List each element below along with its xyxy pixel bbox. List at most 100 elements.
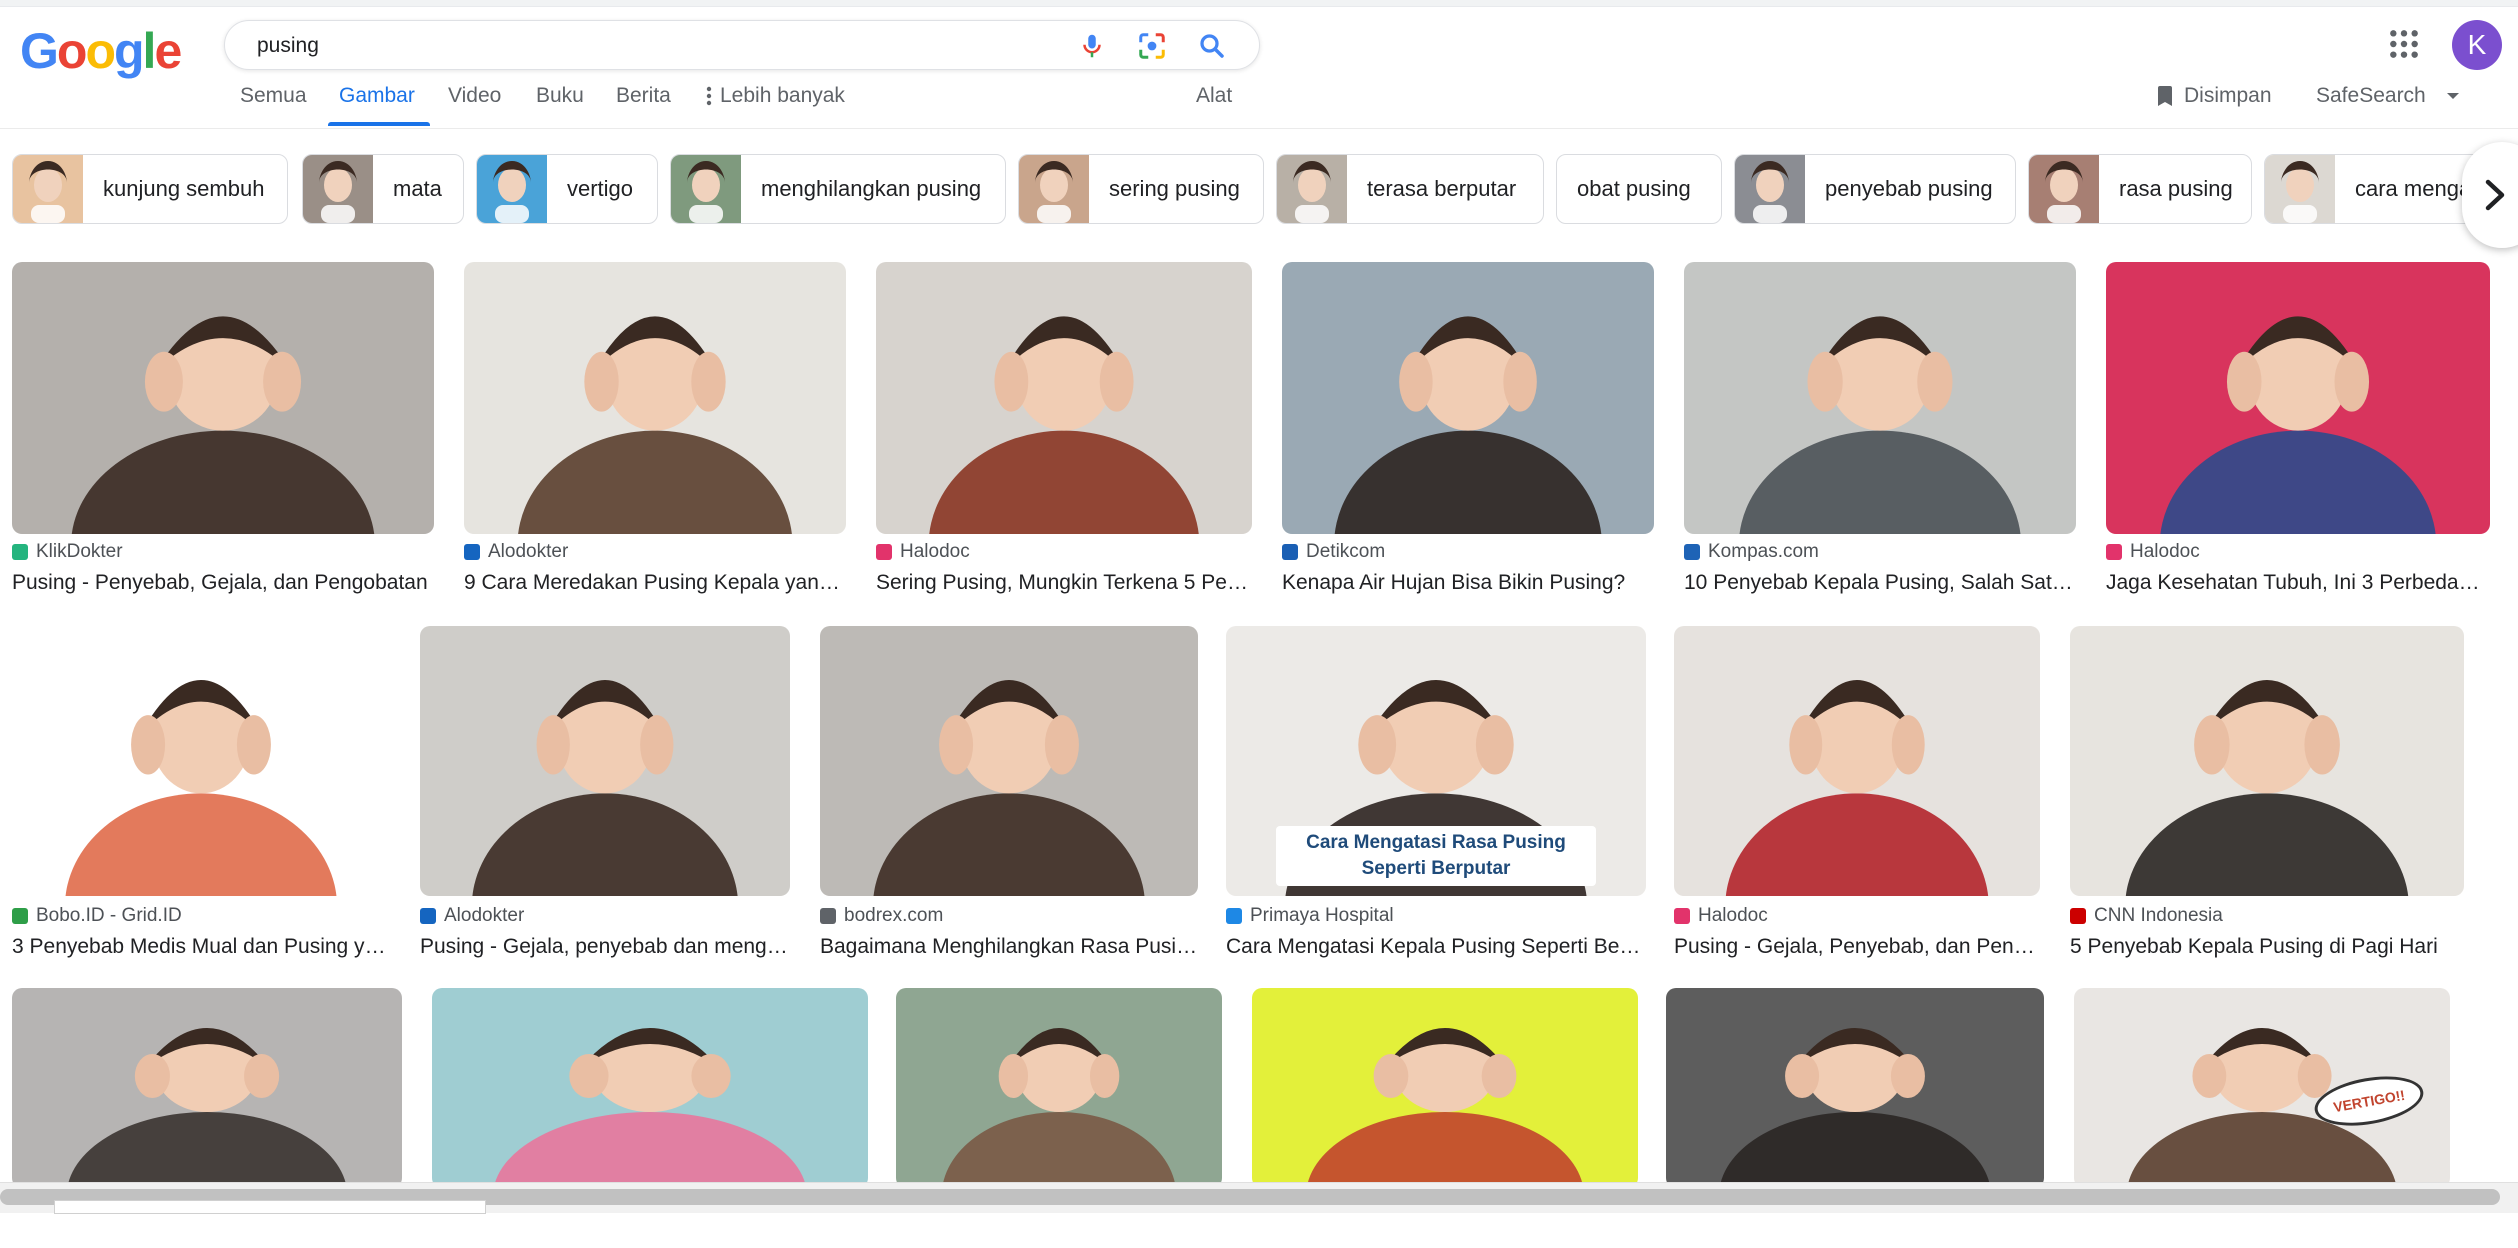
- result-thumbnail[interactable]: [12, 988, 402, 1188]
- result-caption[interactable]: Bagaimana Menghilangkan Rasa Pusing deng…: [820, 935, 1198, 959]
- result-thumbnail[interactable]: [2106, 262, 2490, 534]
- tab-berita[interactable]: Berita: [616, 84, 671, 108]
- related-chip[interactable]: kunjung sembuh: [12, 154, 288, 224]
- result-source[interactable]: Bobo.ID - Grid.ID: [12, 905, 182, 927]
- image-result-card[interactable]: Cara Mengatasi Rasa Pusing Seperti Berput…: [1226, 626, 1646, 959]
- result-source[interactable]: Primaya Hospital: [1226, 905, 1394, 927]
- image-banner-line1: Cara Mengatasi Rasa Pusing: [1306, 832, 1566, 853]
- apps-grid-icon[interactable]: [2388, 28, 2420, 60]
- microphone-icon[interactable]: [1077, 31, 1107, 61]
- result-source[interactable]: Halodoc: [2106, 541, 2200, 563]
- result-caption[interactable]: Pusing - Penyebab, Gejala, dan Pengobata…: [12, 571, 434, 595]
- result-thumbnail[interactable]: VERTIGO!!: [2074, 988, 2450, 1188]
- result-caption[interactable]: Jaga Kesehatan Tubuh, Ini 3 Perbedaan Pu…: [2106, 571, 2490, 595]
- image-result-card[interactable]: Halodoc Sering Pusing, Mungkin Terkena 5 …: [876, 262, 1252, 594]
- tab-video[interactable]: Video: [448, 84, 501, 108]
- result-source[interactable]: Alodokter: [464, 541, 568, 563]
- result-thumbnail[interactable]: [432, 988, 868, 1188]
- result-thumbnail[interactable]: [1674, 626, 2040, 896]
- result-thumbnail[interactable]: [12, 626, 390, 896]
- result-source[interactable]: KlikDokter: [12, 541, 123, 563]
- result-caption[interactable]: 3 Penyebab Medis Mual dan Pusing yang Pe…: [12, 935, 390, 959]
- image-result-card[interactable]: Kompas.com 10 Penyebab Kepala Pusing, Sal…: [1684, 262, 2076, 594]
- result-thumbnail[interactable]: [1252, 988, 1638, 1188]
- image-result-card[interactable]: Halodoc Pusing - Gejala, Penyebab, dan Pe…: [1674, 626, 2040, 959]
- related-chip[interactable]: mata: [302, 154, 464, 224]
- result-caption[interactable]: Pusing - Gejala, penyebab dan mengobati: [420, 935, 790, 959]
- image-result-card[interactable]: Bobo.ID - Grid.ID 3 Penyebab Medis Mual d…: [12, 626, 390, 959]
- result-source[interactable]: bodrex.com: [820, 905, 943, 927]
- related-chip[interactable]: vertigo: [476, 154, 658, 224]
- image-result-card[interactable]: bodrex.com Bagaimana Menghilangkan Rasa P…: [820, 626, 1198, 959]
- result-caption[interactable]: 5 Penyebab Kepala Pusing di Pagi Hari: [2070, 935, 2464, 959]
- chip-label: obat pusing: [1577, 176, 1691, 201]
- image-result-card[interactable]: Detikcom Kenapa Air Hujan Bisa Bikin Pusi…: [1282, 262, 1654, 594]
- image-result-card[interactable]: Alodokter Pusing - Gejala, penyebab dan m…: [420, 626, 790, 959]
- result-thumbnail[interactable]: Cara Mengatasi Rasa Pusing Seperti Berput…: [1226, 626, 1646, 896]
- chips-next-button[interactable]: [2462, 142, 2518, 248]
- chip-thumbnail: [2265, 155, 2335, 223]
- result-caption[interactable]: 9 Cara Meredakan Pusing Kepala yang Ampu…: [464, 571, 846, 595]
- result-thumbnail[interactable]: [1666, 988, 2044, 1188]
- site-favicon-icon: [820, 908, 836, 924]
- result-caption[interactable]: Sering Pusing, Mungkin Terkena 5 Penyaki…: [876, 571, 1252, 595]
- saved-button[interactable]: Disimpan: [2156, 84, 2272, 108]
- result-thumbnail[interactable]: [820, 626, 1198, 896]
- result-source[interactable]: Kompas.com: [1684, 541, 1819, 563]
- more-vert-icon: [706, 87, 712, 106]
- chevron-down-icon: [2446, 93, 2459, 100]
- chip-label: sering pusing: [1109, 176, 1240, 201]
- result-source-name: Bobo.ID - Grid.ID: [36, 905, 182, 926]
- image-banner: Cara Mengatasi Rasa Pusing Seperti Berput…: [1276, 826, 1596, 886]
- image-result-card[interactable]: Halodoc Jaga Kesehatan Tubuh, Ini 3 Perbe…: [2106, 262, 2490, 594]
- chip-thumbnail: [2029, 155, 2099, 223]
- tab-more[interactable]: Lebih banyak: [706, 84, 845, 108]
- chip-label: vertigo: [567, 176, 634, 201]
- chip-thumbnail: [477, 155, 547, 223]
- chip-label: menghilangkan pusing: [761, 176, 982, 201]
- image-result-card[interactable]: Alodokter 9 Cara Meredakan Pusing Kepala …: [464, 262, 846, 594]
- result-source[interactable]: Alodokter: [420, 905, 524, 927]
- lens-camera-icon[interactable]: [1137, 31, 1167, 61]
- result-thumbnail[interactable]: [1282, 262, 1654, 534]
- result-thumbnail[interactable]: [1684, 262, 2076, 534]
- safesearch-button[interactable]: SafeSearch: [2316, 84, 2460, 108]
- related-chip[interactable]: terasa berputar: [1276, 154, 1544, 224]
- result-thumbnail[interactable]: [464, 262, 846, 534]
- tab-gambar[interactable]: Gambar: [339, 84, 415, 108]
- chevron-right-icon: [2485, 179, 2505, 211]
- related-chip[interactable]: sering pusing: [1018, 154, 1264, 224]
- tab-buku[interactable]: Buku: [536, 84, 584, 108]
- chip-thumbnail: [1019, 155, 1089, 223]
- chip-label: penyebab pusing: [1825, 176, 1993, 201]
- image-result-card[interactable]: CNN Indonesia 5 Penyebab Kepala Pusing di…: [2070, 626, 2464, 959]
- result-caption[interactable]: Cara Mengatasi Kepala Pusing Seperti Ber…: [1226, 935, 1646, 959]
- result-thumbnail[interactable]: [420, 626, 790, 896]
- tools-button[interactable]: Alat: [1196, 84, 1232, 108]
- result-source[interactable]: Halodoc: [876, 541, 970, 563]
- result-thumbnail[interactable]: [12, 262, 434, 534]
- result-thumbnail[interactable]: [876, 262, 1252, 534]
- result-caption[interactable]: Kenapa Air Hujan Bisa Bikin Pusing?: [1282, 571, 1654, 595]
- related-chip[interactable]: penyebab pusing: [1734, 154, 2016, 224]
- related-chip[interactable]: obat pusing: [1556, 154, 1722, 224]
- result-caption[interactable]: 10 Penyebab Kepala Pusing, Salah Satunya…: [1684, 571, 2076, 595]
- result-thumbnail[interactable]: [2070, 626, 2464, 896]
- result-source[interactable]: CNN Indonesia: [2070, 905, 2223, 927]
- result-caption[interactable]: Pusing - Gejala, Penyebab, dan Pengobata…: [1674, 935, 2040, 959]
- tab-more-label: Lebih banyak: [720, 84, 845, 107]
- search-input[interactable]: [255, 29, 1039, 63]
- search-tabs-bar: Semua Gambar Video Buku Berita Lebih ban…: [0, 70, 2518, 129]
- related-searches-chips: kunjung sembuh mata vertigo menghilangkan p…: [12, 154, 2518, 226]
- tab-semua[interactable]: Semua: [240, 84, 307, 108]
- related-chip[interactable]: rasa pusing: [2028, 154, 2252, 224]
- result-source[interactable]: Halodoc: [1674, 905, 1768, 927]
- account-avatar[interactable]: K: [2452, 20, 2502, 70]
- site-favicon-icon: [2106, 544, 2122, 560]
- search-icon[interactable]: [1197, 31, 1227, 61]
- image-result-card[interactable]: KlikDokter Pusing - Penyebab, Gejala, dan…: [12, 262, 434, 594]
- google-logo[interactable]: Google: [20, 26, 182, 76]
- result-source[interactable]: Detikcom: [1282, 541, 1385, 563]
- related-chip[interactable]: menghilangkan pusing: [670, 154, 1006, 224]
- result-thumbnail[interactable]: [896, 988, 1222, 1188]
